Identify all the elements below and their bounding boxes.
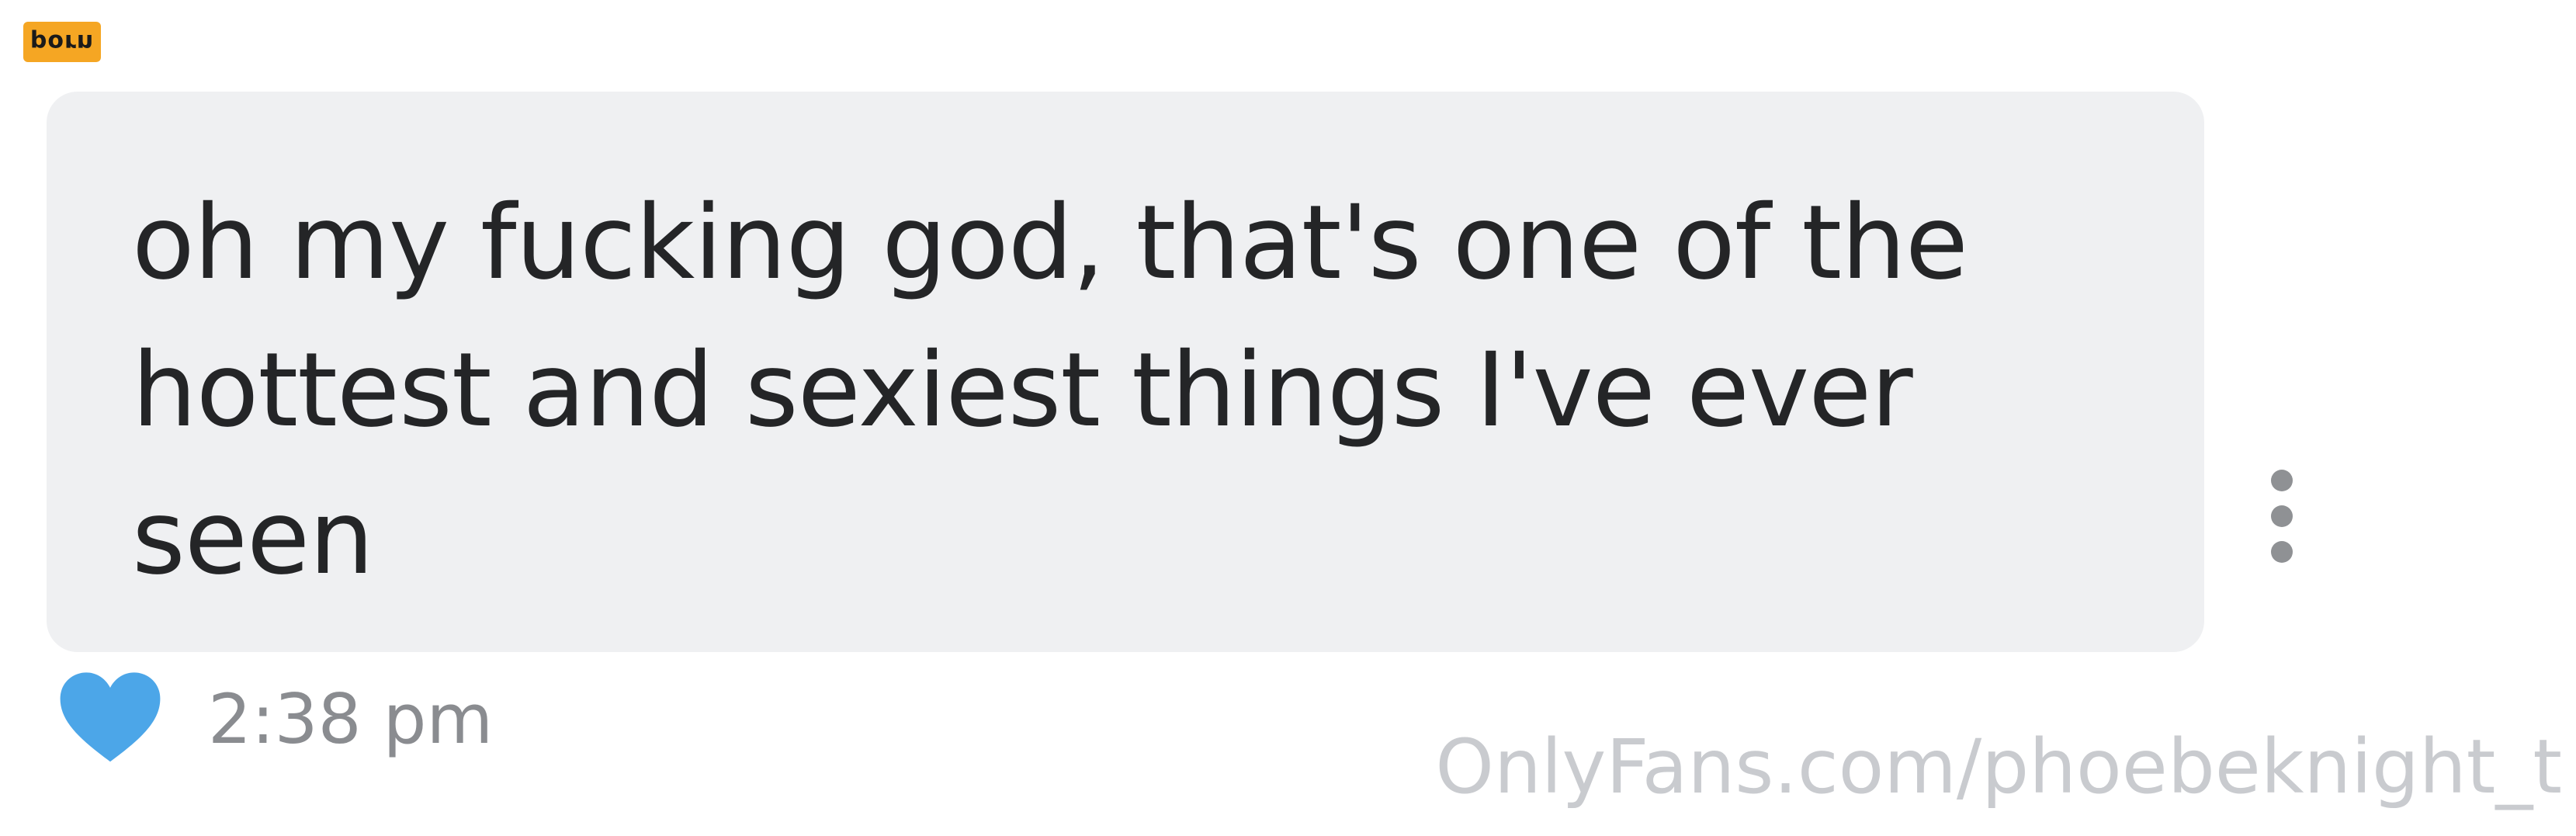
corner-badge: porn	[23, 22, 101, 62]
more-options-button[interactable]	[2260, 470, 2304, 563]
heart-icon[interactable]	[56, 666, 165, 775]
corner-badge-text: porn	[29, 28, 95, 56]
watermark-text: OnlyFans.com/phoebeknight_t	[1435, 723, 2562, 810]
more-dot-icon	[2271, 541, 2293, 563]
chat-screenshot: porn oh my fucking god, that's one of th…	[0, 0, 2576, 836]
message-timestamp: 2:38 pm	[208, 679, 494, 759]
more-dot-icon	[2271, 505, 2293, 527]
message-bubble[interactable]: oh my fucking god, that's one of the hot…	[47, 92, 2204, 652]
message-text: oh my fucking god, that's one of the hot…	[132, 183, 1968, 598]
more-dot-icon	[2271, 470, 2293, 491]
